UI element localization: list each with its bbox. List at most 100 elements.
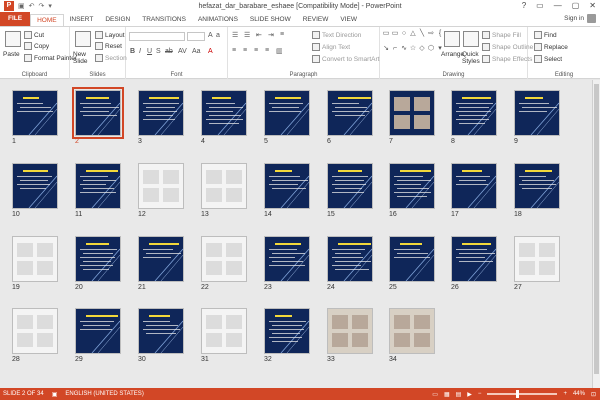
convert-smartart-button[interactable]: Convert to SmartArt xyxy=(312,55,379,63)
underline-icon[interactable]: U xyxy=(147,48,152,55)
vertical-scrollbar[interactable] xyxy=(592,80,600,388)
slide-thumbnail[interactable] xyxy=(389,236,435,282)
slide-thumbnail[interactable] xyxy=(75,163,121,209)
shape-outline-button[interactable]: Shape Outline xyxy=(482,43,533,51)
close-button[interactable]: ✕ xyxy=(589,0,596,12)
slide-thumbnail[interactable] xyxy=(12,90,58,136)
slide-thumbnail[interactable] xyxy=(514,236,560,282)
slide-thumbnail[interactable] xyxy=(327,90,373,136)
undo-icon[interactable]: ↶ xyxy=(29,2,35,10)
slide-thumbnail[interactable] xyxy=(201,308,247,354)
quick-styles-button[interactable]: Quick Styles xyxy=(462,51,482,65)
tab-design[interactable]: DESIGN xyxy=(99,14,136,26)
tab-file[interactable]: FILE xyxy=(0,12,31,26)
line-shape-icon[interactable]: ╲ xyxy=(418,30,426,44)
shapes-gallery[interactable]: ▭ ▭ ○ △ ╲ ⇨{ ↘ ⌐ ∿ ☆ ◇ ⬡ ▾ xyxy=(382,30,442,59)
proofing-icon[interactable]: ▣ xyxy=(52,391,58,398)
tab-home[interactable]: HOME xyxy=(30,14,64,26)
strikethrough-icon[interactable]: ab xyxy=(165,48,173,55)
shrink-font-icon[interactable]: a xyxy=(216,32,220,39)
bullets-icon[interactable]: ☰ xyxy=(232,31,238,39)
oval-shape-icon[interactable]: ○ xyxy=(400,30,408,44)
redo-icon[interactable]: ↷ xyxy=(39,2,45,10)
slide-thumbnail[interactable] xyxy=(389,90,435,136)
normal-view-icon[interactable]: ▭ xyxy=(432,391,438,398)
new-slide-icon[interactable] xyxy=(75,31,91,47)
bold-icon[interactable]: B xyxy=(130,48,135,55)
slide-thumbnail[interactable] xyxy=(327,236,373,282)
zoom-out-icon[interactable]: − xyxy=(478,391,482,397)
align-center-icon[interactable]: ≡ xyxy=(243,47,247,54)
save-icon[interactable]: ▣ xyxy=(18,2,25,10)
rectangle-shape-icon[interactable]: ▭ xyxy=(391,30,399,44)
cut-button[interactable]: Cut xyxy=(24,31,44,39)
numbering-icon[interactable]: ☰ xyxy=(244,31,250,39)
tab-insert[interactable]: INSERT xyxy=(64,14,100,26)
grow-font-icon[interactable]: A xyxy=(208,32,213,39)
decrease-indent-icon[interactable]: ⇤ xyxy=(256,31,262,39)
bend-shape-icon[interactable]: ⌐ xyxy=(391,45,399,59)
font-size-field[interactable] xyxy=(187,32,205,41)
scrollbar-thumb[interactable] xyxy=(594,84,599,374)
arrow-line-icon[interactable]: ↘ xyxy=(382,45,390,59)
arrow-shape-icon[interactable]: ⇨ xyxy=(427,30,435,44)
slide-thumbnail[interactable] xyxy=(264,163,310,209)
find-button[interactable]: Find xyxy=(534,31,557,39)
slide-thumbnail[interactable] xyxy=(75,236,121,282)
slide-thumbnail[interactable] xyxy=(451,236,497,282)
paste-button[interactable]: Paste xyxy=(3,51,20,58)
tab-slide-show[interactable]: SLIDE SHOW xyxy=(244,14,297,26)
change-case-icon[interactable]: Aa xyxy=(192,48,201,55)
triangle-shape-icon[interactable]: △ xyxy=(409,30,417,44)
slideshow-view-icon[interactable]: ▶ xyxy=(467,391,472,398)
slide-thumbnail[interactable] xyxy=(72,87,124,139)
zoom-in-icon[interactable]: + xyxy=(563,391,567,397)
slide-thumbnail[interactable] xyxy=(389,308,435,354)
slide-thumbnail[interactable] xyxy=(12,308,58,354)
slide-sorter-view-icon[interactable]: ▦ xyxy=(444,391,450,398)
align-right-icon[interactable]: ≡ xyxy=(254,47,258,54)
arrange-icon[interactable] xyxy=(444,31,460,47)
slide-thumbnail[interactable] xyxy=(264,236,310,282)
avatar[interactable] xyxy=(587,14,596,23)
slide-thumbnail[interactable] xyxy=(138,163,184,209)
reading-view-icon[interactable]: ▤ xyxy=(456,391,462,398)
slide-thumbnail[interactable] xyxy=(75,308,121,354)
fit-slide-icon[interactable]: ⊡ xyxy=(591,391,596,398)
tab-transitions[interactable]: TRANSITIONS xyxy=(136,14,192,26)
paste-icon[interactable] xyxy=(5,31,21,47)
sign-in-link[interactable]: Sign in xyxy=(564,15,584,22)
quick-styles-icon[interactable] xyxy=(463,31,479,47)
slide-thumbnail[interactable] xyxy=(451,90,497,136)
slide-thumbnail[interactable] xyxy=(514,163,560,209)
tab-review[interactable]: REVIEW xyxy=(297,14,335,26)
slide-thumbnail[interactable] xyxy=(138,236,184,282)
slide-thumbnail[interactable] xyxy=(12,236,58,282)
justify-icon[interactable]: ≡ xyxy=(265,47,269,54)
slide-thumbnail[interactable] xyxy=(389,163,435,209)
slide-thumbnail[interactable] xyxy=(451,163,497,209)
new-slide-button[interactable]: New Slide xyxy=(73,51,95,65)
maximize-button[interactable]: ▢ xyxy=(572,0,580,12)
hexagon-shape-icon[interactable]: ⬡ xyxy=(427,45,435,59)
copy-button[interactable]: Copy xyxy=(24,42,49,50)
slide-thumbnail[interactable] xyxy=(201,90,247,136)
zoom-slider[interactable] xyxy=(487,390,558,398)
minimize-button[interactable]: — xyxy=(554,0,562,12)
zoom-slider-knob[interactable] xyxy=(516,390,520,398)
slide-thumbnail[interactable] xyxy=(138,90,184,136)
shape-effects-button[interactable]: Shape Effects xyxy=(482,55,532,63)
curve-shape-icon[interactable]: ∿ xyxy=(400,45,408,59)
arrange-button[interactable]: Arrange xyxy=(441,51,464,58)
ribbon-display-options-icon[interactable]: ▭ xyxy=(536,0,544,12)
columns-icon[interactable]: ▥ xyxy=(276,47,283,55)
replace-button[interactable]: Replace xyxy=(534,43,568,51)
help-icon[interactable]: ? xyxy=(522,0,526,12)
section-button[interactable]: Section xyxy=(95,54,127,62)
zoom-level[interactable]: 44% xyxy=(573,391,585,397)
align-left-icon[interactable]: ≡ xyxy=(232,47,236,54)
char-spacing-icon[interactable]: AV xyxy=(178,48,187,55)
slide-thumbnail[interactable] xyxy=(12,163,58,209)
layout-button[interactable]: Layout xyxy=(95,31,125,39)
language-indicator[interactable]: ENGLISH (UNITED STATES) xyxy=(65,391,143,398)
